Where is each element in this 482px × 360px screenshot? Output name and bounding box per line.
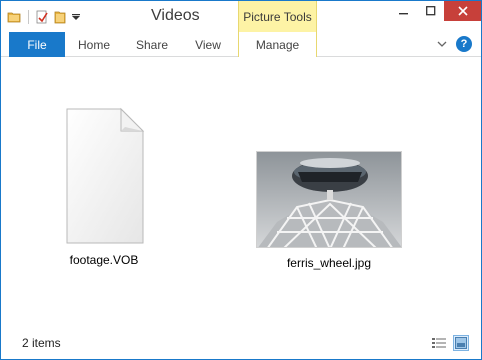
toolbar-divider <box>28 10 29 24</box>
tab-manage[interactable]: Manage <box>238 32 317 57</box>
blank-document-icon <box>66 107 145 244</box>
tab-home[interactable]: Home <box>65 32 123 57</box>
properties-icon[interactable] <box>35 9 49 25</box>
minimize-icon <box>398 13 408 15</box>
item-count: 2 items <box>22 336 61 350</box>
image-thumbnail <box>256 151 402 248</box>
chevron-down-icon[interactable] <box>435 37 449 51</box>
folder-icon[interactable] <box>7 9 21 25</box>
maximize-button[interactable] <box>417 1 444 21</box>
file-item[interactable]: footage.VOB <box>39 107 169 267</box>
tab-view[interactable]: View <box>181 32 235 57</box>
large-icons-view-button[interactable] <box>453 335 469 351</box>
details-view-button[interactable] <box>431 335 447 351</box>
tab-share[interactable]: Share <box>123 32 181 57</box>
large-icons-view-icon <box>455 337 467 349</box>
file-list[interactable]: footage.VOB ferris_wheel.jpg <box>1 57 481 329</box>
minimize-button[interactable] <box>390 1 417 21</box>
customize-toolbar-icon[interactable] <box>71 9 81 25</box>
file-name: footage.VOB <box>69 253 139 267</box>
ribbon-tabs: File Home Share View Manage ? <box>1 32 481 57</box>
close-icon <box>457 6 468 16</box>
title-bar[interactable]: Videos Picture Tools <box>1 1 481 32</box>
new-folder-icon[interactable] <box>53 9 67 25</box>
file-item[interactable]: ferris_wheel.jpg <box>247 151 411 270</box>
maximize-icon <box>425 6 435 16</box>
quick-access-toolbar <box>7 8 81 26</box>
tab-file[interactable]: File <box>9 32 65 57</box>
details-view-icon <box>432 338 446 348</box>
close-button[interactable] <box>444 1 481 21</box>
help-icon[interactable]: ? <box>456 36 472 52</box>
file-name: ferris_wheel.jpg <box>286 256 372 270</box>
explorer-window: Videos Picture Tools File Home Share Vie… <box>0 0 482 360</box>
picture-tools-header: Picture Tools <box>238 1 317 32</box>
status-bar: 2 items <box>1 329 481 359</box>
window-title: Videos <box>151 7 200 24</box>
